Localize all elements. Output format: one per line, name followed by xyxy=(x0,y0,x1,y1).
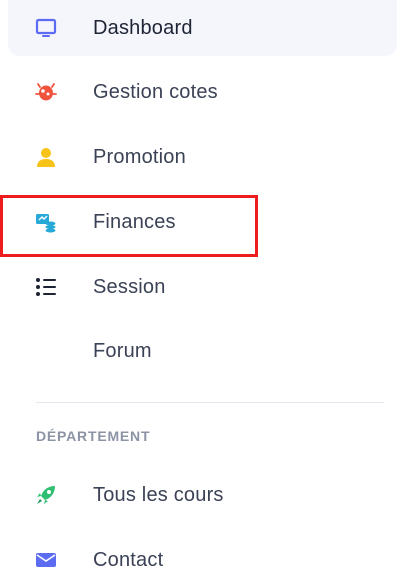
finance-icon xyxy=(34,210,58,234)
monitor-icon xyxy=(34,16,58,40)
section-divider xyxy=(36,402,384,403)
sidebar-item-label: Tous les cours xyxy=(93,483,224,506)
sidebar-item-label: Finances xyxy=(93,210,176,233)
sidebar-item-label: Promotion xyxy=(93,145,186,168)
sidebar-item-label: Dashboard xyxy=(93,16,193,39)
sidebar-item-dashboard[interactable]: Dashboard xyxy=(8,0,397,56)
sidebar-item-label: Session xyxy=(93,275,166,298)
sidebar-item-label: Gestion cotes xyxy=(93,80,218,103)
sidebar-item-forum[interactable]: Forum xyxy=(8,323,397,379)
bug-icon xyxy=(34,80,58,104)
sidebar-item-promotion[interactable]: Promotion xyxy=(8,129,397,185)
rocket-icon xyxy=(34,483,58,507)
sidebar-item-tous-les-cours[interactable]: Tous les cours xyxy=(8,467,397,523)
sidebar-item-session[interactable]: Session xyxy=(8,259,397,315)
sidebar-item-finances[interactable]: Finances xyxy=(8,194,397,250)
user-icon xyxy=(34,145,58,169)
sidebar-nav: Dashboard Gestion cotes Promotion Financ… xyxy=(0,0,405,572)
sidebar-item-label: Forum xyxy=(93,339,152,362)
sidebar-item-label: Contact xyxy=(93,548,164,571)
section-title-departement: DÉPARTEMENT xyxy=(36,428,151,444)
envelope-icon xyxy=(34,548,58,572)
list-icon xyxy=(34,275,58,299)
sidebar-item-contact[interactable]: Contact xyxy=(8,532,397,572)
sidebar-item-gestion-cotes[interactable]: Gestion cotes xyxy=(8,64,397,120)
